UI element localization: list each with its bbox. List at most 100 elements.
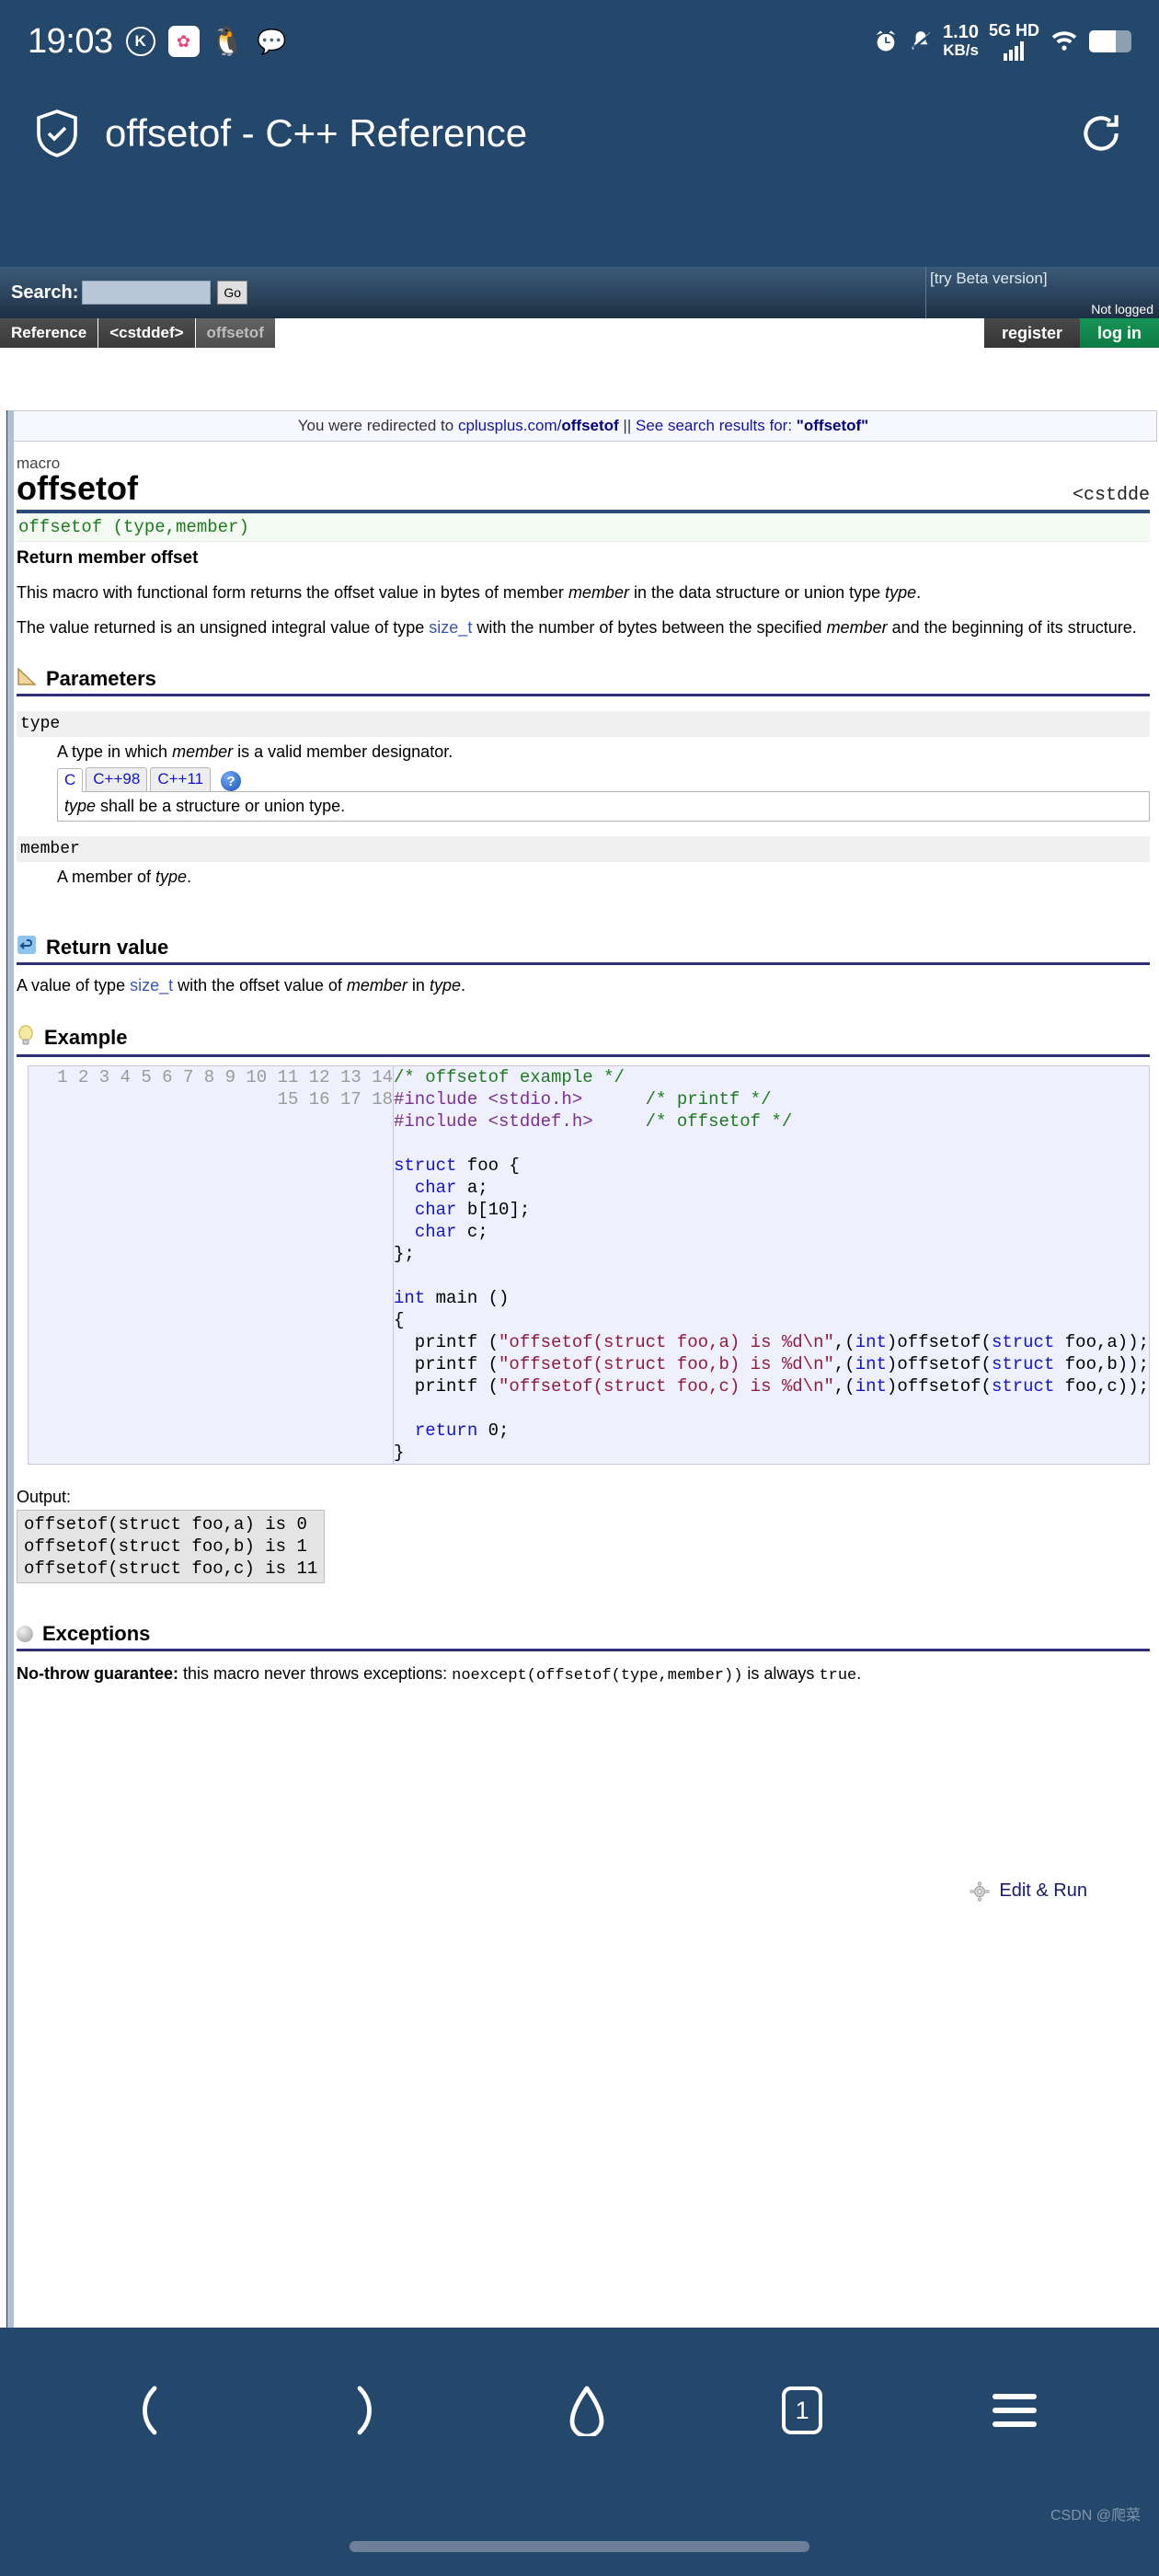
breadcrumb: Reference <cstddef> offsetof [0, 318, 276, 348]
edit-and-run-button[interactable]: Edit & Run [970, 1880, 1087, 1902]
browser-header: offsetof - C++ Reference [0, 83, 1159, 184]
standard-tabs: C C++98 C++11 ? [57, 767, 1150, 793]
article-title: offsetof [17, 469, 138, 507]
ruler-icon [17, 666, 37, 691]
parameters-section-header: Parameters [17, 666, 1150, 691]
breadcrumb-item-cstddef[interactable]: <cstddef> [98, 318, 196, 348]
return-value-section-header: Return value [17, 935, 1150, 960]
browser-bottom-bar: 1 CSDN @爬菜 [0, 2328, 1159, 2576]
article-header-left: macro offsetof [17, 442, 138, 506]
home-icon[interactable] [562, 2384, 612, 2437]
search-label: Search: [11, 282, 79, 303]
exc-part-a: this macro never throws exceptions: [178, 1663, 453, 1683]
example-code-block[interactable]: 1 2 3 4 5 6 7 8 9 10 11 12 13 14 15 16 1… [28, 1064, 1150, 1465]
tab-count-button[interactable]: 1 [782, 2386, 823, 2434]
tabpane-text: shall be a structure or union type. [96, 797, 346, 816]
param-desc-type: A type in which member is a valid member… [57, 742, 1150, 762]
param-name-type: type [17, 711, 1150, 738]
desc1-part-c: . [916, 582, 922, 602]
breadcrumb-item-reference[interactable]: Reference [0, 318, 99, 348]
status-bar-right: 1.10 KB/s 5G HD [873, 22, 1131, 61]
desc2-member-em: member [826, 618, 888, 638]
chevron-right-icon[interactable] [342, 2384, 392, 2437]
chevron-left-icon[interactable] [122, 2384, 172, 2437]
code-content[interactable]: /* offsetof example */ #include <stdio.h… [394, 1066, 1149, 1464]
redirect-link-bold: offsetof [561, 417, 619, 434]
article-header-include: <cstdde [1072, 484, 1150, 506]
tab-cpp11[interactable]: C++11 [150, 767, 212, 792]
network-speed-value: 1.10 [943, 22, 979, 42]
not-logged-label: Not logged [1091, 302, 1153, 316]
beta-version-link[interactable]: [try Beta version] [926, 270, 1153, 288]
param-member-desc-b: . [187, 868, 192, 887]
desc2-part-a: The value returned is an unsigned integr… [17, 618, 430, 638]
network-speed: 1.10 KB/s [943, 23, 979, 60]
tab-c[interactable]: C [57, 768, 84, 793]
login-button[interactable]: log in [1080, 318, 1159, 348]
tab-cpp98[interactable]: C++98 [86, 767, 148, 792]
redirect-separator: || [618, 417, 636, 434]
exc-code-2: true [819, 1666, 857, 1685]
lightbulb-icon [17, 1025, 35, 1052]
param-type-desc-a: A type in which [57, 742, 173, 762]
code-line-numbers: 1 2 3 4 5 6 7 8 9 10 11 12 13 14 15 16 1… [29, 1065, 394, 1464]
left-gutter [7, 410, 14, 2462]
rv-part-d: . [460, 976, 465, 995]
exc-code-1: noexcept(offsetof(type,member)) [452, 1666, 743, 1685]
breadcrumb-item-offsetof[interactable]: offsetof [195, 318, 276, 348]
alarm-icon [873, 29, 899, 54]
site-account-area: [try Beta version] Not logged [925, 267, 1159, 318]
mute-bell-icon [909, 29, 933, 54]
edit-and-run-label: Edit & Run [999, 1880, 1087, 1901]
param-member-desc-em: type [155, 868, 188, 887]
search-input[interactable] [82, 281, 212, 305]
output-line-3: offsetof(struct foo,c) is 11 [24, 1558, 318, 1579]
desc1-part-b: in the data structure or union type [628, 582, 886, 602]
network-speed-unit: KB/s [943, 41, 979, 59]
param-desc-member: A member of type. [57, 868, 1150, 887]
auth-buttons: register log in [984, 318, 1159, 348]
exc-part-c: . [856, 1663, 862, 1683]
example-section-header: Example [17, 1025, 1150, 1052]
exc-part-b: is always [742, 1663, 820, 1683]
article-subtitle: Return member offset [17, 547, 199, 568]
desc1-part-a: This macro with functional form returns … [17, 582, 568, 602]
return-value-rule [17, 962, 1150, 966]
article-header: macro offsetof <cstdde [17, 442, 1150, 506]
status-bar-left: 19:03 K ✿ 🐧 💬 [28, 22, 288, 62]
output-label: Output: [17, 1487, 72, 1506]
rv-part-c: in [407, 976, 430, 995]
output-line-1: offsetof(struct foo,a) is 0 [24, 1513, 307, 1535]
site-navigation: Reference <cstddef> offsetof register lo… [0, 318, 1159, 350]
reload-icon[interactable] [1076, 109, 1126, 158]
exceptions-title: Exceptions [42, 1621, 151, 1645]
battery-icon [1089, 30, 1131, 52]
network-type-block: 5G HD [989, 22, 1039, 61]
desc1-member-em: member [568, 582, 629, 602]
example-output: offsetof(struct foo,a) is 0 offsetof(str… [17, 1509, 326, 1583]
exceptions-rule [17, 1648, 1150, 1651]
register-button[interactable]: register [984, 318, 1080, 348]
gear-icon [970, 1880, 990, 1902]
example-title: Example [44, 1026, 128, 1050]
bullet-icon [17, 1625, 33, 1642]
network-type-label: 5G HD [988, 21, 1039, 40]
hamburger-menu-icon[interactable] [993, 2394, 1038, 2427]
rv-size-t-link[interactable]: size_t [130, 976, 173, 995]
wechat-icon: 💬 [257, 27, 287, 55]
size-t-link[interactable]: size_t [429, 618, 472, 637]
question-icon[interactable]: ? [221, 771, 242, 792]
parameters-rule [17, 694, 1150, 697]
redirect-prefix: You were redirected to [297, 417, 458, 434]
description-paragraph-1: This macro with functional form returns … [17, 581, 1150, 604]
article: macro offsetof <cstdde offsetof (type,me… [7, 442, 1159, 1685]
gesture-home-bar[interactable] [350, 2541, 809, 2552]
redirect-link[interactable]: cplusplus.com/offsetof [458, 417, 619, 434]
desc2-part-b: with the number of bytes between the spe… [472, 618, 827, 638]
shield-check-icon[interactable] [33, 108, 81, 159]
param-name-member: member [17, 836, 1150, 863]
search-go-button[interactable]: Go [217, 281, 248, 305]
kugou-icon: K [125, 27, 155, 56]
search-results-link[interactable]: See search results for: "offsetof" [636, 417, 868, 434]
rv-part-b: with the offset value of [173, 976, 347, 995]
